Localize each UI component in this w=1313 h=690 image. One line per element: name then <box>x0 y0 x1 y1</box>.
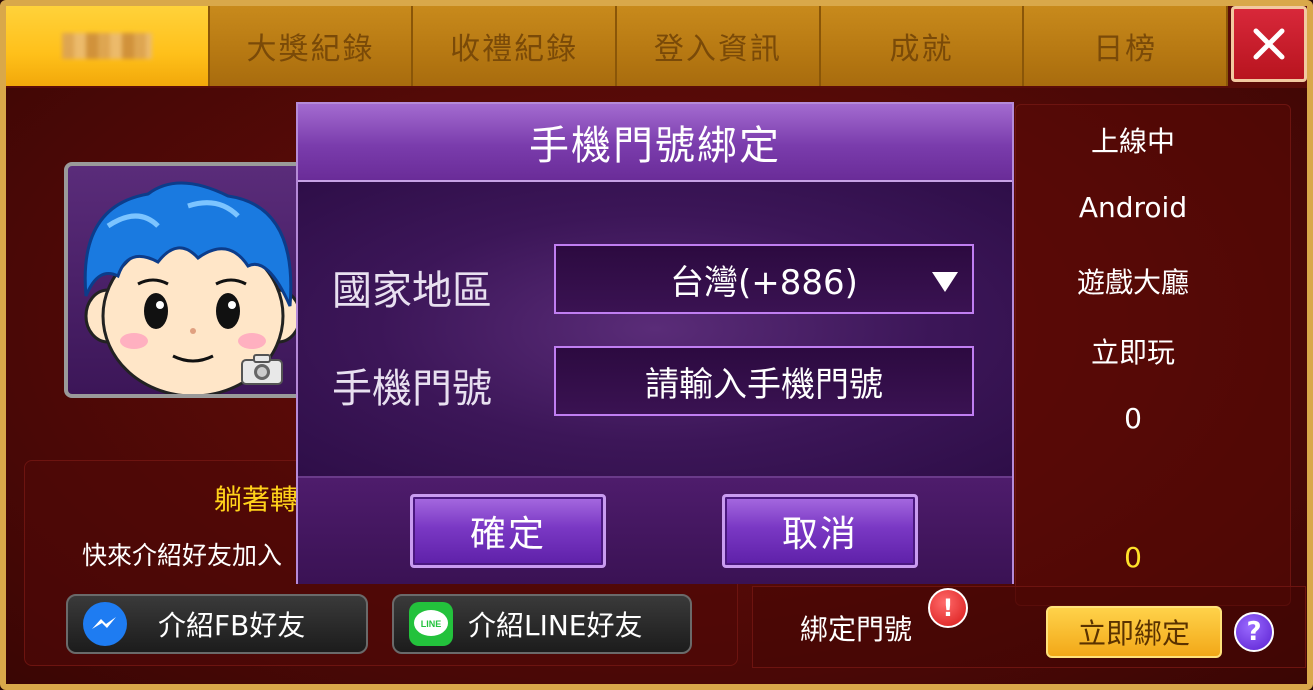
bind-phone-label: 綁定門號 <box>800 613 913 646</box>
tab-login-info[interactable]: 登入資訊 <box>617 6 821 86</box>
tab-jackpot-records[interactable]: 大獎紀錄 <box>209 6 414 86</box>
phone-label: 手機門號 <box>332 366 492 412</box>
line-icon: LINE <box>409 602 453 646</box>
line-icon-text: LINE <box>421 619 442 629</box>
messenger-icon <box>83 602 127 646</box>
tab-daily-ranking[interactable]: 日榜 <box>1024 6 1229 86</box>
bind-now-button[interactable]: 立即綁定 <box>1046 606 1222 658</box>
invite-line-label: 介紹LINE好友 <box>468 609 643 642</box>
invite-fb-label: 介紹FB好友 <box>158 609 306 642</box>
confirm-button[interactable]: 確定 <box>410 494 606 568</box>
play-mode: 立即玩 <box>1090 336 1175 369</box>
dropdown-arrow-icon <box>932 272 958 292</box>
current-location: 遊戲大廳 <box>1076 266 1189 299</box>
bind-phone-dialog: 手機門號綁定 國家地區 台灣(+886) 手機門號 請輸入手機門號 確定 取消 <box>296 102 1014 584</box>
country-value: 台灣(+886) <box>670 262 858 303</box>
dialog-title: 手機門號綁定 <box>298 104 1012 182</box>
invite-fb-button[interactable]: 介紹FB好友 <box>66 594 368 654</box>
pixelated-name <box>61 33 152 59</box>
close-icon <box>1253 28 1285 60</box>
device-platform: Android <box>1078 191 1188 224</box>
invite-line-button[interactable]: LINE 介紹LINE好友 <box>392 594 692 654</box>
phone-input[interactable]: 請輸入手機門號 <box>554 346 974 416</box>
online-status: 上線中 <box>1090 125 1175 158</box>
tab-gift-records[interactable]: 收禮紀錄 <box>413 6 618 86</box>
dialog-body: 國家地區 台灣(+886) 手機門號 請輸入手機門號 <box>298 182 1012 476</box>
close-button[interactable] <box>1231 6 1307 82</box>
invite-title: 躺著轉 <box>214 483 299 516</box>
alert-icon: ! <box>928 588 968 628</box>
help-icon[interactable]: ? <box>1234 612 1274 652</box>
stat-value: 0 <box>1124 402 1142 435</box>
cancel-button[interactable]: 取消 <box>722 494 918 568</box>
invite-subtitle: 快來介紹好友加入 <box>82 541 283 570</box>
tab-profile[interactable] <box>6 6 210 86</box>
gold-value: 0 <box>1124 541 1142 574</box>
phone-placeholder: 請輸入手機門號 <box>645 364 883 405</box>
country-label: 國家地區 <box>332 268 492 314</box>
country-select[interactable]: 台灣(+886) <box>554 244 974 314</box>
tab-bar: 大獎紀錄 收禮紀錄 登入資訊 成就 日榜 <box>6 6 1229 86</box>
camera-icon[interactable] <box>240 352 284 386</box>
tab-achievements[interactable]: 成就 <box>820 6 1025 86</box>
